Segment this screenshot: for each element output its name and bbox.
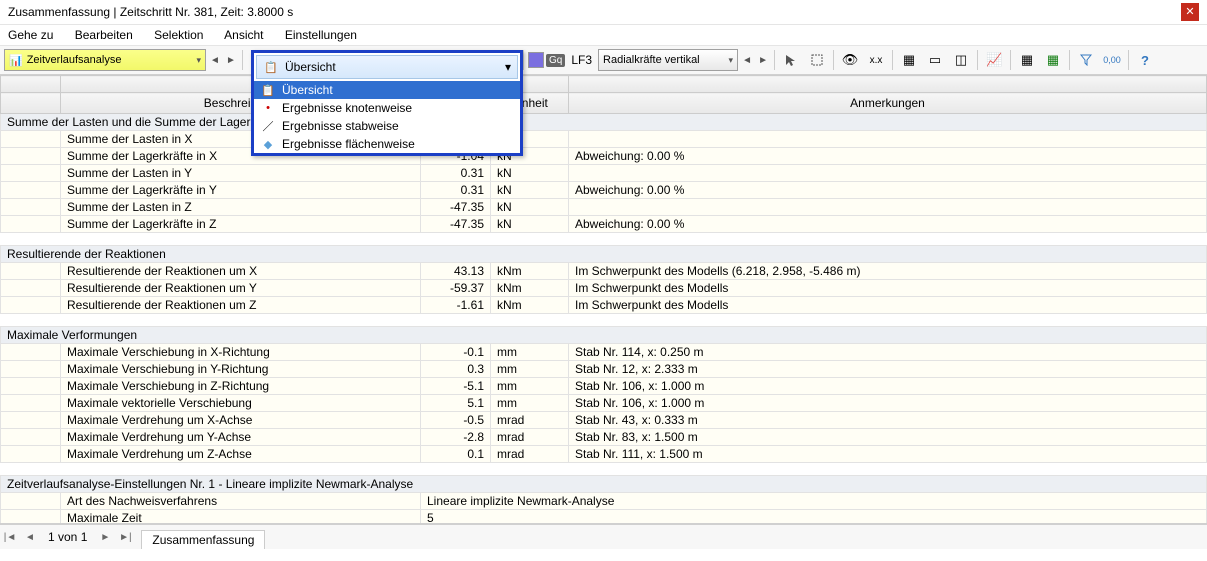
dropdown-option-surfaces[interactable]: ◆Ergebnisse flächenweise (254, 135, 520, 153)
menu-bar: Gehe zu Bearbeiten Selektion Ansicht Ein… (0, 25, 1207, 46)
dropdown-option-overview[interactable]: 📋Übersicht (254, 81, 520, 99)
page-indicator: 1 von 1 (40, 530, 95, 544)
section-header: Maximale Verformungen (1, 327, 1207, 344)
table-row[interactable]: Maximale Verdrehung um Z-Achse0.1mradSta… (1, 446, 1207, 463)
col-blank[interactable] (1, 93, 61, 114)
table-row[interactable]: Maximale Verdrehung um X-Achse-0.5mradSt… (1, 412, 1207, 429)
table-row[interactable]: Maximale Verschiebung in X-Richtung-0.1m… (1, 344, 1207, 361)
chart-icon: 📊 (9, 54, 23, 67)
menu-edit[interactable]: Bearbeiten (75, 28, 133, 42)
overview-icon: 📋 (263, 61, 279, 74)
view-dropdown-selected[interactable]: 📋Übersicht ▾ (256, 55, 518, 79)
help-icon[interactable]: ? (1133, 48, 1157, 72)
first-page-button[interactable]: |◄ (0, 532, 20, 543)
menu-settings[interactable]: Einstellungen (285, 28, 357, 42)
window-title: Zusammenfassung | Zeitschritt Nr. 381, Z… (8, 0, 1181, 24)
table-row[interactable]: Resultierende der Reaktionen um Y-59.37k… (1, 280, 1207, 297)
menu-goto[interactable]: Gehe zu (8, 28, 53, 42)
surface-icon: ◆ (260, 138, 276, 151)
select-region-icon[interactable] (805, 48, 829, 72)
dropdown-option-members[interactable]: ／Ergebnisse stabweise (254, 117, 520, 135)
table-row[interactable]: Summe der Lagerkräfte in Y0.31kNAbweichu… (1, 182, 1207, 199)
table-split-icon[interactable]: ◫ (949, 48, 973, 72)
menu-view[interactable]: Ansicht (224, 28, 263, 42)
toolbar: 📊Zeitverlaufsanalyse ▾ ◄ ► ◄ ► Gq LF3 Ra… (0, 46, 1207, 75)
prev-lf-button[interactable]: ◄ (740, 49, 754, 71)
prev-type-button[interactable]: ◄ (208, 49, 222, 71)
section-header: Summe der Lasten und die Summe der Lager… (1, 114, 1207, 131)
table-row[interactable]: Maximale Verdrehung um Y-Achse-2.8mradSt… (1, 429, 1207, 446)
grid-icon[interactable]: ▦ (1015, 48, 1039, 72)
table-row[interactable]: Maximale Zeit5 (1, 510, 1207, 525)
chevron-down-icon: ▾ (505, 60, 511, 74)
next-type-button[interactable]: ► (224, 49, 238, 71)
table-row[interactable]: Summe der Lasten in Z-47.35kN (1, 199, 1207, 216)
section-header: Resultierende der Reaktionen (1, 246, 1207, 263)
precision-icon[interactable]: 0,00 (1100, 48, 1124, 72)
table-row[interactable]: Maximale Verschiebung in Z-Richtung-5.1m… (1, 378, 1207, 395)
chevron-down-icon: ▾ (196, 55, 201, 66)
sheet-tab[interactable]: Zusammenfassung (141, 530, 265, 549)
chart-view-icon[interactable]: 📈 (982, 48, 1006, 72)
table-row[interactable]: Art des NachweisverfahrensLineare impliz… (1, 493, 1207, 510)
export-excel-icon[interactable]: ▦ (1041, 48, 1065, 72)
table-row[interactable]: Summe der Lagerkräfte in X-1.04kNAbweich… (1, 148, 1207, 165)
title-bar: Zusammenfassung | Zeitschritt Nr. 381, Z… (0, 0, 1207, 25)
view-result-icon[interactable]: 👁 (838, 48, 862, 72)
section-header: Zeitverlaufsanalyse-Einstellungen Nr. 1 … (1, 476, 1207, 493)
table-row[interactable]: Resultierende der Reaktionen um Z-1.61kN… (1, 297, 1207, 314)
chevron-down-icon: ▾ (729, 55, 734, 66)
annotation-icon[interactable]: x.x (864, 48, 888, 72)
table-row[interactable]: Maximale Verschiebung in Y-Richtung0.3mm… (1, 361, 1207, 378)
table-compact-icon[interactable]: ▭ (923, 48, 947, 72)
close-button[interactable]: ✕ (1181, 3, 1199, 21)
filter-icon[interactable] (1074, 48, 1098, 72)
prev-page-button[interactable]: ◄ (20, 532, 40, 543)
loadcase-dropdown[interactable]: Radialkräfte vertikal▾ (598, 49, 738, 71)
select-arrow-icon[interactable] (779, 48, 803, 72)
load-type-tag: Gq (546, 54, 565, 67)
node-icon: • (260, 102, 276, 114)
dropdown-option-nodes[interactable]: •Ergebnisse knotenweise (254, 99, 520, 117)
next-page-button[interactable]: ► (95, 532, 115, 543)
color-swatch[interactable] (528, 52, 544, 68)
analysis-type-dropdown[interactable]: 📊Zeitverlaufsanalyse ▾ (4, 49, 206, 71)
next-lf-button[interactable]: ► (756, 49, 770, 71)
table-row[interactable]: Resultierende der Reaktionen um X43.13kN… (1, 263, 1207, 280)
results-table: Beschreibung Wert Einheit Anmerkungen Su… (0, 75, 1207, 524)
results-table-scroll[interactable]: Beschreibung Wert Einheit Anmerkungen Su… (0, 75, 1207, 524)
load-code: LF3 (571, 53, 592, 67)
last-page-button[interactable]: ►| (115, 532, 135, 543)
member-icon: ／ (260, 118, 276, 134)
menu-selection[interactable]: Selektion (154, 28, 203, 42)
table-row[interactable]: Summe der Lasten in Y0.31kN (1, 165, 1207, 182)
view-dropdown-open: 📋Übersicht ▾ 📋Übersicht •Ergebnisse knot… (251, 50, 523, 156)
table-full-icon[interactable]: ▦ (897, 48, 921, 72)
overview-icon: 📋 (260, 84, 276, 97)
table-row[interactable]: Summe der Lagerkräfte in Z-47.35kNAbweic… (1, 216, 1207, 233)
table-row[interactable]: Maximale vektorielle Verschiebung5.1mmSt… (1, 395, 1207, 412)
footer-bar: |◄ ◄ 1 von 1 ► ►| Zusammenfassung (0, 524, 1207, 549)
col-notes[interactable]: Anmerkungen (569, 93, 1207, 114)
table-row[interactable]: Summe der Lasten in X-1.04kN (1, 131, 1207, 148)
